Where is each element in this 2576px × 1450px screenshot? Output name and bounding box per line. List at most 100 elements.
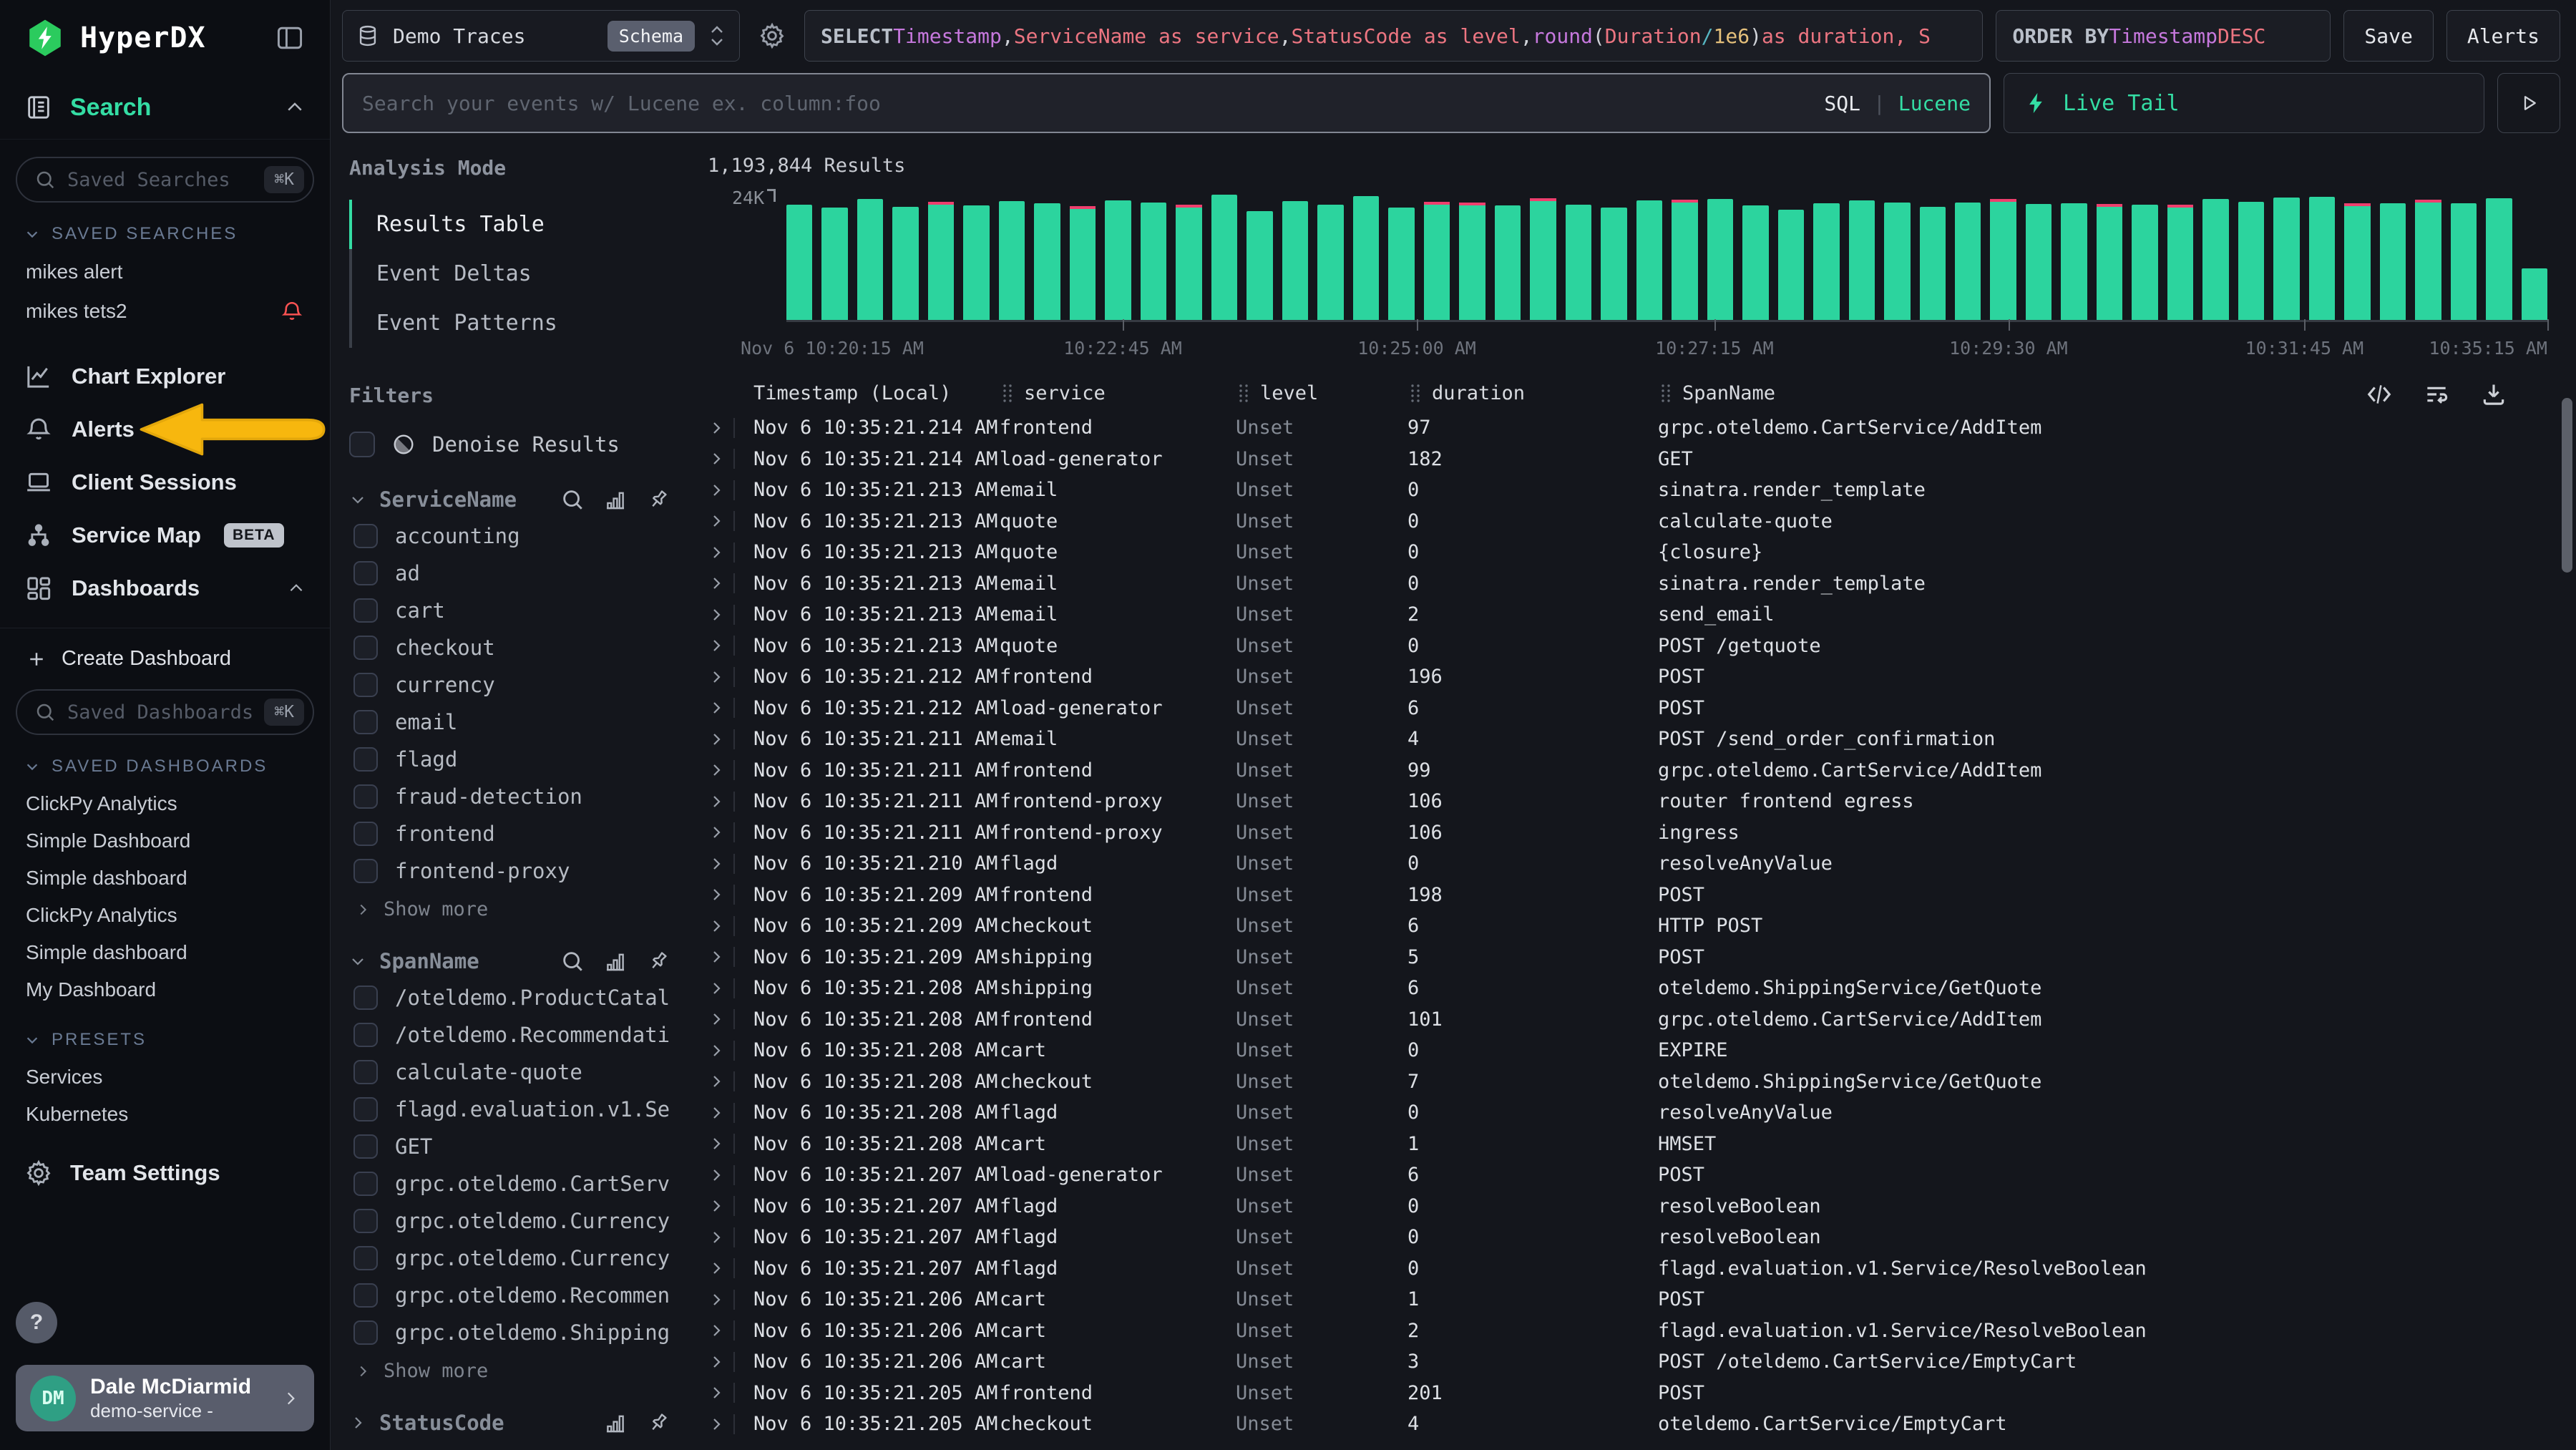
- chevron-up-icon[interactable]: [284, 97, 306, 118]
- histogram-bar[interactable]: [821, 208, 847, 320]
- table-row[interactable]: Nov 6 10:35:21.209 AMshippingUnset5POST: [708, 942, 2547, 973]
- filter-checkbox-item[interactable]: grpc.oteldemo.Recommend…: [349, 1277, 670, 1314]
- column-header-timestamp-local-[interactable]: Timestamp (Local): [753, 382, 1000, 404]
- histogram-bar[interactable]: [1105, 200, 1131, 320]
- checkbox[interactable]: [353, 598, 378, 623]
- row-expander[interactable]: [708, 1290, 753, 1310]
- analysis-mode-event-deltas[interactable]: Event Deltas: [349, 249, 670, 298]
- table-row[interactable]: Nov 6 10:35:21.210 AMflagdUnset0resolveA…: [708, 848, 2547, 880]
- row-expander[interactable]: [708, 1103, 753, 1123]
- checkbox[interactable]: [353, 1172, 378, 1196]
- source-select[interactable]: Demo Traces Schema: [342, 10, 740, 62]
- row-expander[interactable]: [708, 1227, 753, 1247]
- histogram-bars[interactable]: [786, 192, 2547, 322]
- preset-item[interactable]: Services: [16, 1059, 314, 1096]
- row-expander[interactable]: [708, 667, 753, 687]
- saved-searches-header[interactable]: SAVED SEARCHES: [16, 203, 314, 253]
- saved-dashboards-input[interactable]: Saved Dashboards ⌘K: [16, 689, 314, 735]
- saved-dashboard-item[interactable]: ClickPy Analytics: [16, 897, 314, 934]
- row-expander[interactable]: [708, 1041, 753, 1061]
- table-row[interactable]: Nov 6 10:35:21.207 AMload-generatorUnset…: [708, 1159, 2547, 1191]
- filter-checkbox-item[interactable]: checkout: [349, 629, 670, 666]
- histogram-bar[interactable]: [1424, 202, 1450, 320]
- table-row[interactable]: Nov 6 10:35:21.205 AMcheckoutUnset4oteld…: [708, 1408, 2547, 1440]
- row-expander[interactable]: [708, 916, 753, 936]
- sidebar-item-search[interactable]: Search: [0, 69, 330, 140]
- filter-checkbox-item[interactable]: fraud-detection: [349, 778, 670, 815]
- row-expander[interactable]: [708, 480, 753, 500]
- column-grip-icon[interactable]: [1407, 382, 1423, 404]
- source-settings-button[interactable]: [753, 10, 791, 62]
- table-row[interactable]: Nov 6 10:35:21.212 AMload-generatorUnset…: [708, 693, 2547, 724]
- filter-checkbox-item[interactable]: currency: [349, 666, 670, 704]
- histogram-bar[interactable]: [2167, 205, 2193, 320]
- table-row[interactable]: Nov 6 10:35:21.206 AMcartUnset3POST /ote…: [708, 1346, 2547, 1378]
- show-more-button[interactable]: Show more: [349, 1351, 670, 1385]
- table-row[interactable]: Nov 6 10:35:21.207 AMflagdUnset0flagd.ev…: [708, 1253, 2547, 1285]
- table-row[interactable]: Nov 6 10:35:21.208 AMfrontendUnset101grp…: [708, 1004, 2547, 1036]
- code-icon[interactable]: [2366, 381, 2393, 408]
- filter-checkbox-item[interactable]: grpc.oteldemo.CurrencyS…: [349, 1202, 670, 1240]
- row-expander[interactable]: [708, 511, 753, 531]
- table-row[interactable]: Nov 6 10:35:21.209 AMcheckoutUnset6HTTP …: [708, 910, 2547, 942]
- row-expander[interactable]: [708, 1352, 753, 1372]
- analysis-mode-event-patterns[interactable]: Event Patterns: [349, 298, 670, 348]
- checkbox[interactable]: [353, 673, 378, 697]
- filter-checkbox-item[interactable]: /oteldemo.Recommendatio…: [349, 1016, 670, 1054]
- histogram-bar[interactable]: [1672, 200, 1697, 320]
- checkbox[interactable]: [353, 859, 378, 883]
- row-expander[interactable]: [708, 1258, 753, 1278]
- row-expander[interactable]: [708, 947, 753, 967]
- histogram-bar[interactable]: [2451, 203, 2477, 320]
- row-expander[interactable]: [708, 418, 753, 438]
- checkbox[interactable]: [353, 1246, 378, 1270]
- filter-checkbox-item[interactable]: frontend-proxy: [349, 852, 670, 890]
- saved-search-item[interactable]: mikes tets2: [16, 291, 314, 331]
- histogram-bar[interactable]: [2415, 200, 2441, 320]
- help-button[interactable]: ?: [16, 1302, 57, 1343]
- preset-item[interactable]: Kubernetes: [16, 1096, 314, 1133]
- histogram-bar[interactable]: [1070, 206, 1096, 320]
- row-expander[interactable]: [708, 449, 753, 469]
- checkbox[interactable]: [353, 986, 378, 1010]
- row-expander[interactable]: [708, 885, 753, 905]
- analysis-mode-results-table[interactable]: Results Table: [349, 200, 670, 249]
- histogram-bar[interactable]: [1211, 195, 1237, 320]
- histogram-bar[interactable]: [2380, 203, 2406, 320]
- histogram-bar[interactable]: [2097, 204, 2122, 320]
- row-expander[interactable]: [708, 698, 753, 718]
- histogram-bar[interactable]: [1388, 208, 1414, 320]
- vertical-scrollbar[interactable]: [2562, 398, 2572, 573]
- alerts-button[interactable]: Alerts: [2446, 10, 2560, 62]
- saved-dashboard-item[interactable]: Simple Dashboard: [16, 822, 314, 860]
- histogram-bar[interactable]: [1920, 207, 1946, 320]
- sidebar-item-alerts[interactable]: Alerts: [16, 403, 314, 456]
- histogram-bar[interactable]: [2061, 203, 2087, 320]
- table-row[interactable]: Nov 6 10:35:21.207 AMflagdUnset0resolveB…: [708, 1222, 2547, 1253]
- column-grip-icon[interactable]: [1000, 382, 1015, 404]
- row-expander[interactable]: [708, 760, 753, 780]
- histogram-bar[interactable]: [1636, 200, 1662, 320]
- checkbox[interactable]: [353, 1209, 378, 1233]
- histogram-bar[interactable]: [1034, 203, 1060, 320]
- histogram-bar[interactable]: [963, 205, 989, 320]
- checkbox[interactable]: [353, 1023, 378, 1047]
- histogram-bar[interactable]: [1282, 201, 1308, 320]
- table-row[interactable]: Nov 6 10:35:21.213 AMquoteUnset0{closure…: [708, 537, 2547, 568]
- table-row[interactable]: Nov 6 10:35:21.213 AMquoteUnset0calculat…: [708, 506, 2547, 537]
- table-row[interactable]: Nov 6 10:35:21.211 AMfrontend-proxyUnset…: [708, 786, 2547, 817]
- select-clause-input[interactable]: SELECT Timestamp, ServiceName as service…: [804, 10, 1983, 62]
- table-row[interactable]: Nov 6 10:35:21.208 AMshippingUnset6oteld…: [708, 973, 2547, 1004]
- table-row[interactable]: Nov 6 10:35:21.208 AMflagdUnset0resolveA…: [708, 1097, 2547, 1129]
- collapse-sidebar-icon[interactable]: [274, 22, 306, 54]
- histogram-bar[interactable]: [999, 201, 1025, 320]
- table-row[interactable]: Nov 6 10:35:21.208 AMcartUnset0EXPIRE: [708, 1035, 2547, 1066]
- table-row[interactable]: Nov 6 10:35:21.213 AMquoteUnset0POST /ge…: [708, 631, 2547, 662]
- histogram-bar[interactable]: [1141, 203, 1166, 320]
- table-row[interactable]: Nov 6 10:35:21.211 AMfrontendUnset99grpc…: [708, 755, 2547, 787]
- row-expander[interactable]: [708, 1071, 753, 1091]
- filter-group-servicename[interactable]: ServiceName: [349, 487, 670, 512]
- histogram-bar[interactable]: [1742, 205, 1768, 320]
- histogram-bar[interactable]: [1566, 205, 1591, 320]
- histogram-bar[interactable]: [2309, 197, 2335, 320]
